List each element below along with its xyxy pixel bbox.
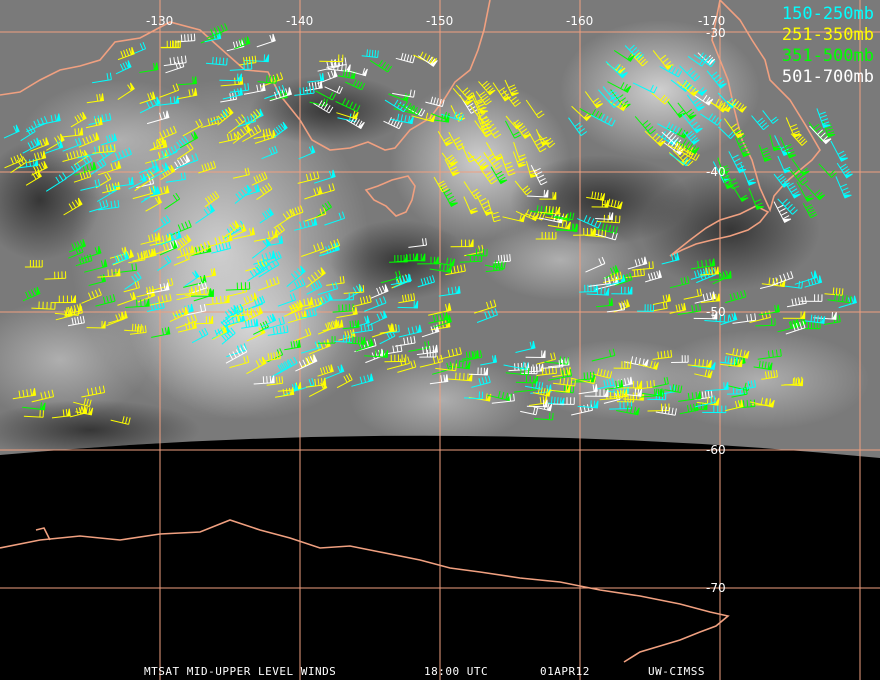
antarctica-inlet bbox=[35, 527, 51, 541]
caption-time: 18:00 UTC bbox=[424, 665, 489, 678]
lat-label: -30 bbox=[706, 26, 726, 40]
caption-source: UW-CIMSS bbox=[648, 665, 705, 678]
lon-label: -140 bbox=[286, 14, 314, 28]
lat-label: -70 bbox=[706, 581, 726, 595]
caption-product: MTSAT MID-UPPER LEVEL WINDS bbox=[144, 665, 337, 678]
lon-label: -150 bbox=[426, 14, 454, 28]
caption-date: 01APR12 bbox=[540, 665, 590, 678]
pressure-legend: 150-250mb 251-350mb 351-500mb 501-700mb bbox=[782, 4, 874, 88]
antarctica-coastline bbox=[0, 519, 730, 663]
legend-entry-150-250: 150-250mb bbox=[781, 4, 874, 24]
legend-entry-501-700: 501-700mb bbox=[781, 67, 874, 87]
lat-label: -60 bbox=[706, 443, 726, 457]
satellite-wind-map: -130 -140 -150 -160 -170 -30 -40 -50 -60… bbox=[0, 0, 880, 680]
legend-entry-251-350: 251-350mb bbox=[781, 25, 874, 45]
lat-label: -50 bbox=[706, 305, 726, 319]
lon-label: -130 bbox=[146, 14, 174, 28]
legend-entry-351-500: 351-500mb bbox=[781, 46, 874, 66]
lat-label: -40 bbox=[706, 165, 726, 179]
lon-label: -160 bbox=[566, 14, 594, 28]
map-canvas bbox=[0, 0, 880, 680]
